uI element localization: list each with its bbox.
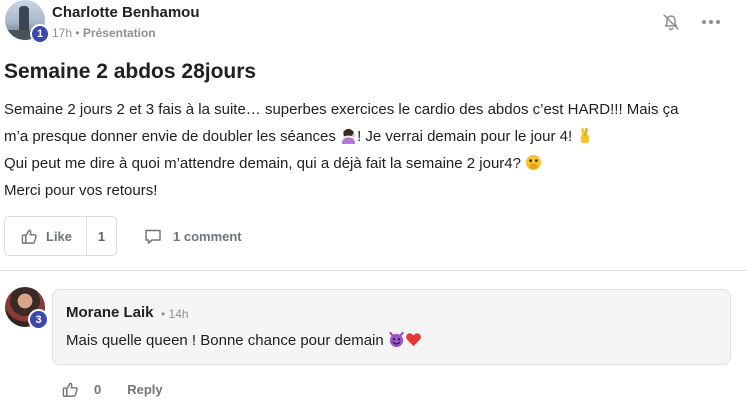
body-line: m’a presque donner envie de doubler les … xyxy=(4,123,739,150)
reply-button[interactable]: Reply xyxy=(127,382,162,397)
body-line: Qui peut me dire à quoi m’attendre demai… xyxy=(4,150,739,177)
post-meta: 17h • Présentation xyxy=(52,26,156,40)
author-name[interactable]: Charlotte Benhamou xyxy=(52,4,200,21)
face-with-open-eyes-hand-over-mouth-emoji xyxy=(526,154,542,171)
post-time: 17h xyxy=(52,26,73,40)
comment-actions: 0 Reply xyxy=(62,378,163,400)
comment-bubble: Morane Laik • 14h Mais quelle queen ! Bo… xyxy=(52,289,731,365)
body-text: m’a presque donner envie de doubler les … xyxy=(4,128,341,145)
commenter-avatar[interactable]: 3 xyxy=(5,287,49,331)
crossed-fingers-emoji xyxy=(581,127,590,144)
comment-like-count: 0 xyxy=(94,381,102,397)
more-horizontal-icon[interactable] xyxy=(700,13,722,31)
bell-off-icon[interactable] xyxy=(661,12,681,32)
comment-bubble-icon xyxy=(145,229,161,244)
person-tipping-hand-emoji xyxy=(341,128,356,144)
post-header: 1 Charlotte Benhamou 17h • Présentation xyxy=(0,0,747,50)
post-body: Semaine 2 jours 2 et 3 fais à la suite… … xyxy=(4,96,739,204)
like-button[interactable]: Like xyxy=(5,217,87,255)
comment-time-value: 14h xyxy=(168,307,189,321)
body-line: Merci pour vos retours! xyxy=(4,182,158,199)
meta-separator: • xyxy=(75,26,80,40)
smiling-imp-emoji xyxy=(389,331,404,348)
like-group: Like 1 xyxy=(4,216,117,256)
comment-time: • 14h xyxy=(161,307,189,321)
level-badge: 3 xyxy=(28,309,49,330)
comment-text-content: Mais quelle queen ! Bonne chance pour de… xyxy=(66,332,388,349)
comment-count-label: 1 comment xyxy=(173,228,242,244)
comment-like-button[interactable]: 0 xyxy=(62,381,101,398)
body-text: ! Je verrai demain pour le jour 4! xyxy=(357,128,577,145)
like-count[interactable]: 1 xyxy=(87,217,116,255)
comment-button[interactable]: 1 comment xyxy=(144,216,242,256)
body-line: Semaine 2 jours 2 et 3 fais à la suite… … xyxy=(4,101,679,118)
thumbs-up-icon xyxy=(21,229,37,244)
body-text: Qui peut me dire à quoi m’attendre demai… xyxy=(4,155,526,172)
comment-author[interactable]: Morane Laik xyxy=(66,304,154,321)
thumbs-up-icon xyxy=(62,382,78,397)
post-title: Semaine 2 abdos 28jours xyxy=(4,60,257,83)
author-avatar[interactable]: 1 xyxy=(5,0,50,44)
divider xyxy=(0,270,747,271)
red-heart-emoji xyxy=(406,333,421,347)
meta-separator: • xyxy=(161,307,166,321)
like-label: Like xyxy=(46,228,73,244)
post-category[interactable]: Présentation xyxy=(83,26,156,40)
level-badge: 1 xyxy=(30,24,50,44)
comment-text: Mais quelle queen ! Bonne chance pour de… xyxy=(66,331,422,349)
